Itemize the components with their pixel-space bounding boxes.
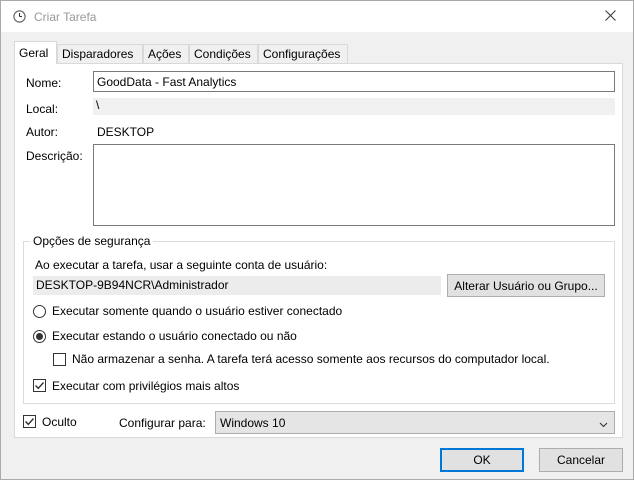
user-account-value: DESKTOP-9B94NCR\Administrador [33,276,441,295]
run-whether-logged-on-label[interactable]: Executar estando o usuário conectado ou … [52,329,297,343]
no-store-password-label[interactable]: Não armazenar a senha. A tarefa terá ace… [72,352,550,366]
hidden-checkbox[interactable] [23,415,36,428]
tab-actions[interactable]: Ações [143,44,189,63]
configure-for-value: Windows 10 [220,416,286,430]
window-title: Criar Tarefa [34,10,97,24]
location-value: \ [93,98,615,115]
configure-for-dropdown[interactable]: Windows 10 [215,411,615,434]
security-options-title: Opções de segurança [30,234,154,248]
clock-icon [13,10,26,23]
title-bar: Criar Tarefa [1,1,633,32]
run-logged-on-label[interactable]: Executar somente quando o usuário estive… [52,304,342,318]
checkmark-icon [25,418,35,426]
tab-general[interactable]: Geral [14,41,57,64]
close-button[interactable] [587,1,633,32]
location-label: Local: [26,102,59,116]
change-user-button[interactable]: Alterar Usuário ou Grupo... [447,274,605,297]
no-store-password-checkbox[interactable] [53,353,66,366]
close-icon [604,9,616,24]
highest-privileges-checkbox[interactable] [33,379,46,392]
tab-triggers[interactable]: Disparadores [57,44,143,63]
description-label: Descrição: [26,149,83,163]
name-field[interactable] [93,71,615,92]
hidden-label[interactable]: Oculto [42,415,77,429]
configure-for-label: Configurar para: [119,416,206,430]
chevron-down-icon [599,418,608,432]
run-as-label: Ao executar a tarefa, usar a seguinte co… [35,258,328,272]
author-value: DESKTOP [97,125,155,139]
ok-button[interactable]: OK [440,448,524,472]
name-label: Nome: [26,76,62,90]
run-logged-on-radio[interactable] [33,305,46,318]
highest-privileges-label[interactable]: Executar com privilégios mais altos [52,379,239,393]
checkmark-icon [35,382,45,390]
run-whether-logged-on-radio[interactable] [33,330,46,343]
description-field[interactable] [93,144,615,226]
tab-conditions[interactable]: Condições [189,44,258,63]
author-label: Autor: [26,125,59,139]
create-task-dialog: Criar Tarefa Geral Disparadores Ações Co… [0,0,634,480]
tab-settings[interactable]: Configurações [258,44,348,63]
cancel-button[interactable]: Cancelar [539,448,623,472]
